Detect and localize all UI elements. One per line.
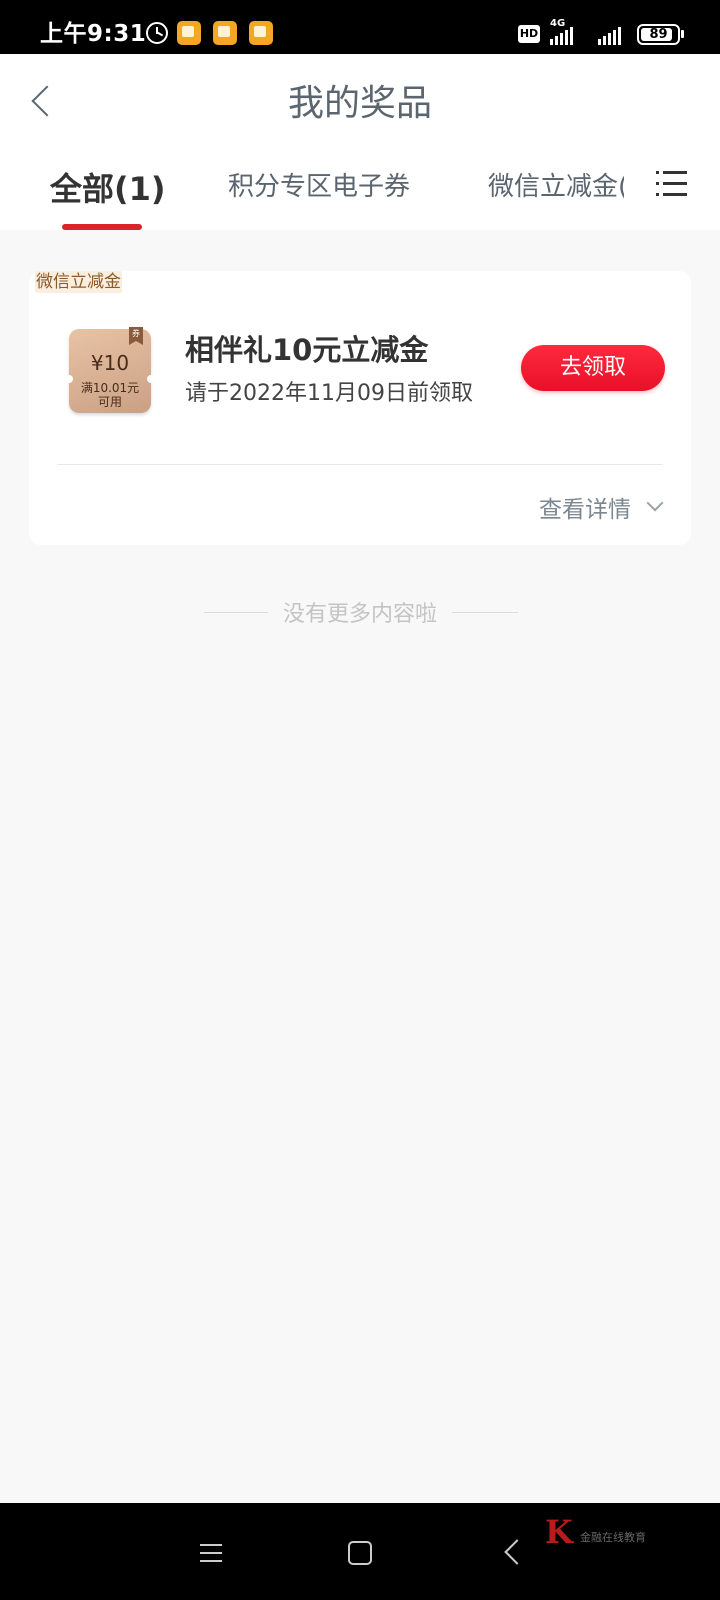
coupon-condition-line2: 可用 — [97, 395, 122, 409]
coupon-image: 券 ¥10 满10.01元 可用 — [65, 327, 155, 413]
divider — [452, 612, 518, 613]
prize-deadline: 请于2022年11月09日前领取 — [185, 381, 473, 406]
hd-icon: HD — [518, 25, 540, 43]
watermark-logo: K — [545, 1513, 573, 1551]
notification-icon — [177, 21, 201, 45]
watermark-text: 金融在线教育 — [580, 1531, 646, 1544]
menu-icon[interactable] — [200, 1543, 222, 1563]
divider — [57, 464, 663, 465]
chevron-down-icon[interactable] — [646, 494, 664, 512]
status-time: 上午9:31 — [40, 21, 147, 47]
view-details-link[interactable]: 查看详情 — [539, 490, 631, 524]
header: 我的奖品 全部(1) 积分专区电子券 微信立减金( — [0, 54, 720, 230]
system-nav-bar: K 金融在线教育 — [0, 1503, 720, 1600]
tab-all[interactable]: 全部(1) — [50, 164, 166, 210]
coupon-badge: 券 — [129, 327, 143, 345]
page-title: 我的奖品 — [287, 83, 432, 124]
active-tab-indicator — [62, 224, 142, 230]
network-type-label: 4G — [550, 18, 566, 29]
claim-button[interactable]: 去领取 — [521, 345, 665, 391]
coupon-value: ¥10 — [90, 351, 130, 375]
prize-title: 相伴礼10元立减金 — [185, 333, 429, 367]
status-bar: 上午9:31 HD 4G 89 — [0, 0, 720, 54]
notification-icon — [249, 21, 273, 45]
battery-icon: 89 — [637, 24, 680, 45]
battery-percentage: 89 — [649, 27, 668, 42]
back-icon[interactable] — [504, 1539, 530, 1565]
list-menu-icon[interactable] — [656, 170, 688, 198]
battery-tip — [681, 30, 684, 38]
tab-wechat-discount[interactable]: 微信立减金( — [488, 166, 624, 203]
prize-card: 微信立减金 券 ¥10 满10.01元 可用 相伴礼10元立减金 请于2022年… — [29, 271, 691, 545]
end-of-list-text: 没有更多内容啦 — [282, 602, 437, 627]
coupon-condition: 满10.01元 可用 — [69, 381, 151, 409]
prize-type-tag: 微信立减金 — [35, 271, 122, 293]
tab-points-vouchers[interactable]: 积分专区电子券 — [228, 166, 410, 203]
coupon-condition-line1: 满10.01元 — [80, 381, 140, 395]
notification-icon — [213, 21, 237, 45]
alarm-icon — [146, 22, 168, 44]
home-icon[interactable] — [348, 1541, 372, 1565]
